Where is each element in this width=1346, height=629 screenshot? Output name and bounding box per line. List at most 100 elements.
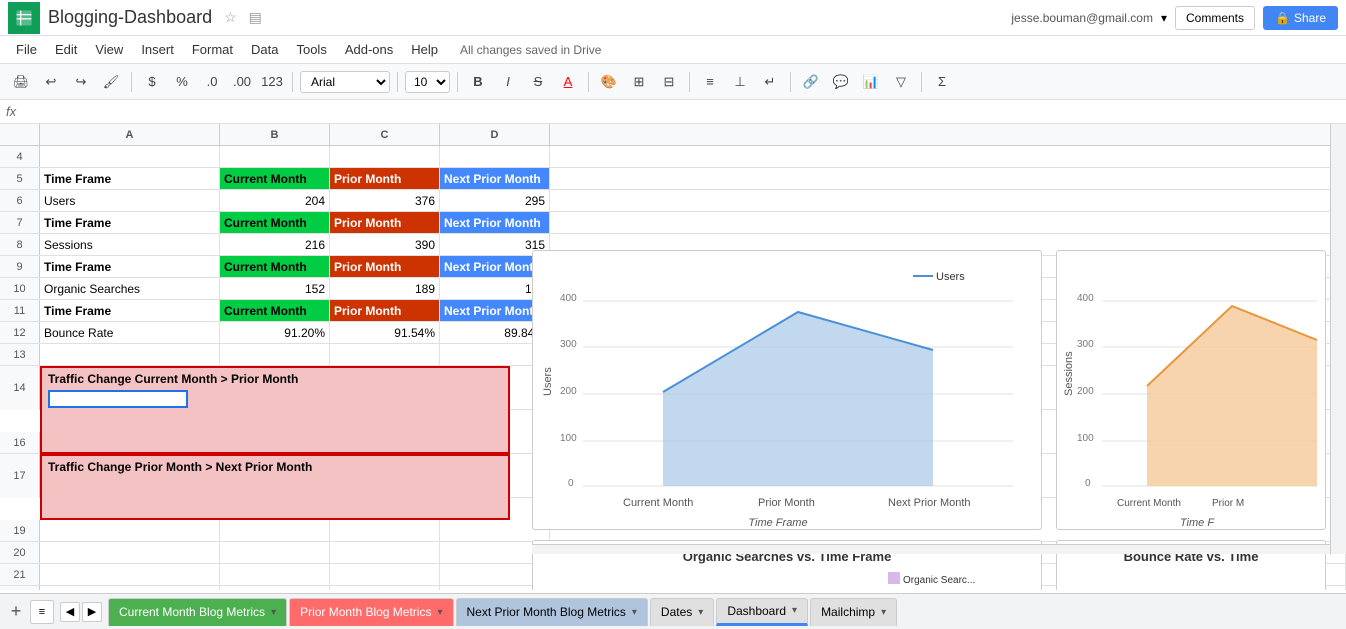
cell-b8[interactable]: 216 (220, 234, 330, 255)
text-color-button[interactable]: A (555, 69, 581, 95)
cell-b22[interactable] (220, 586, 330, 590)
cell-c10[interactable]: 189 (330, 278, 440, 299)
cell-d5[interactable]: Next Prior Month (440, 168, 550, 189)
cell-c21[interactable] (330, 564, 440, 585)
menu-data[interactable]: Data (243, 39, 286, 60)
cell-d7[interactable]: Next Prior Month (440, 212, 550, 233)
cell-a12[interactable]: Bounce Rate (40, 322, 220, 343)
cell-d9[interactable]: Next Prior Month (440, 256, 550, 277)
cell-d19[interactable] (440, 520, 550, 541)
menu-insert[interactable]: Insert (133, 39, 182, 60)
cell-a22[interactable] (40, 586, 220, 590)
menu-help[interactable]: Help (403, 39, 446, 60)
cell-a20[interactable] (40, 542, 220, 563)
cell-c9[interactable]: Prior Month (330, 256, 440, 277)
tab-next-prior-month[interactable]: Next Prior Month Blog Metrics ▾ (456, 598, 648, 626)
col-header-b[interactable]: B (220, 124, 330, 145)
font-selector[interactable]: Arial (300, 71, 390, 93)
add-sheet-button[interactable]: + (4, 600, 28, 624)
tab-current-month[interactable]: Current Month Blog Metrics ▾ (108, 598, 287, 626)
cell-b4[interactable] (220, 146, 330, 167)
cell-c12[interactable]: 91.54% (330, 322, 440, 343)
font-size-selector[interactable]: 10 (405, 71, 450, 93)
next-sheet-button[interactable]: ▶ (82, 602, 102, 622)
cell-a19[interactable] (40, 520, 220, 541)
cell-d8[interactable]: 315 (440, 234, 550, 255)
percent-button[interactable]: % (169, 69, 195, 95)
share-button[interactable]: 🔒 Share (1263, 6, 1338, 30)
col-header-c[interactable]: C (330, 124, 440, 145)
merge-button[interactable]: ⊟ (656, 69, 682, 95)
menu-file[interactable]: File (8, 39, 45, 60)
strikethrough-button[interactable]: S (525, 69, 551, 95)
right-scrollbar[interactable] (1330, 124, 1346, 554)
cell-b5[interactable]: Current Month (220, 168, 330, 189)
cell-d12[interactable]: 89.84% (440, 322, 550, 343)
comment-button[interactable]: 💬 (828, 69, 854, 95)
cell-d13[interactable] (440, 344, 550, 365)
cell-a9[interactable]: Time Frame (40, 256, 220, 277)
borders-button[interactable]: ⊞ (626, 69, 652, 95)
star-icon[interactable]: ☆ (224, 9, 237, 26)
italic-button[interactable]: I (495, 69, 521, 95)
cell-b10[interactable]: 152 (220, 278, 330, 299)
fill-color-button[interactable]: 🎨 (596, 69, 622, 95)
cell-a21[interactable] (40, 564, 220, 585)
cell-d21[interactable] (440, 564, 550, 585)
decimal-increase-button[interactable]: .00 (229, 69, 255, 95)
valign-button[interactable]: ⊥ (727, 69, 753, 95)
cell-b9[interactable]: Current Month (220, 256, 330, 277)
link-button[interactable]: 🔗 (798, 69, 824, 95)
cell-d6[interactable]: 295 (440, 190, 550, 211)
menu-tools[interactable]: Tools (288, 39, 334, 60)
cell-d4[interactable] (440, 146, 550, 167)
cell-b15-selected[interactable] (48, 390, 188, 408)
prev-sheet-button[interactable]: ◀ (60, 602, 80, 622)
cell-a11[interactable]: Time Frame (40, 300, 220, 321)
cell-c5[interactable]: Prior Month (330, 168, 440, 189)
cell-c11[interactable]: Prior Month (330, 300, 440, 321)
cell-a8[interactable]: Sessions (40, 234, 220, 255)
undo-button[interactable]: ↩ (38, 69, 64, 95)
formula-input[interactable] (24, 105, 1340, 119)
tab-dates[interactable]: Dates ▾ (650, 598, 714, 626)
col-header-a[interactable]: A (40, 124, 220, 145)
cell-a4[interactable] (40, 146, 220, 167)
cell-a13[interactable] (40, 344, 220, 365)
filter-button[interactable]: ▽ (888, 69, 914, 95)
folder-icon[interactable]: ▤ (249, 9, 262, 26)
tab-mailchimp[interactable]: Mailchimp ▾ (810, 598, 897, 626)
cell-b13[interactable] (220, 344, 330, 365)
currency-button[interactable]: $ (139, 69, 165, 95)
cell-d11[interactable]: Next Prior Month (440, 300, 550, 321)
print-button[interactable]: 🖨 (8, 69, 34, 95)
cell-b7[interactable]: Current Month (220, 212, 330, 233)
tab-prior-month[interactable]: Prior Month Blog Metrics ▾ (289, 598, 453, 626)
tab-dashboard[interactable]: Dashboard ▾ (716, 598, 808, 626)
paint-format-button[interactable]: 🖌 (98, 69, 124, 95)
cell-a6[interactable]: Users (40, 190, 220, 211)
cell-b20[interactable] (220, 542, 330, 563)
redo-button[interactable]: ↪ (68, 69, 94, 95)
menu-addons[interactable]: Add-ons (337, 39, 401, 60)
decimal-decrease-button[interactable]: .0 (199, 69, 225, 95)
cell-b6[interactable]: 204 (220, 190, 330, 211)
cell-b21[interactable] (220, 564, 330, 585)
menu-view[interactable]: View (87, 39, 131, 60)
bold-button[interactable]: B (465, 69, 491, 95)
align-button[interactable]: ≡ (697, 69, 723, 95)
cell-c4[interactable] (330, 146, 440, 167)
cell-a5[interactable]: Time Frame (40, 168, 220, 189)
cell-c20[interactable] (330, 542, 440, 563)
cell-c22[interactable] (330, 586, 440, 590)
format-number-button[interactable]: 123 (259, 69, 285, 95)
cell-c13[interactable] (330, 344, 440, 365)
cell-a10[interactable]: Organic Searches (40, 278, 220, 299)
cell-a7[interactable]: Time Frame (40, 212, 220, 233)
comments-button[interactable]: Comments (1175, 6, 1255, 30)
wrap-button[interactable]: ↵ (757, 69, 783, 95)
cell-d22[interactable] (440, 586, 550, 590)
functions-button[interactable]: Σ (929, 69, 955, 95)
menu-format[interactable]: Format (184, 39, 241, 60)
cell-c7[interactable]: Prior Month (330, 212, 440, 233)
